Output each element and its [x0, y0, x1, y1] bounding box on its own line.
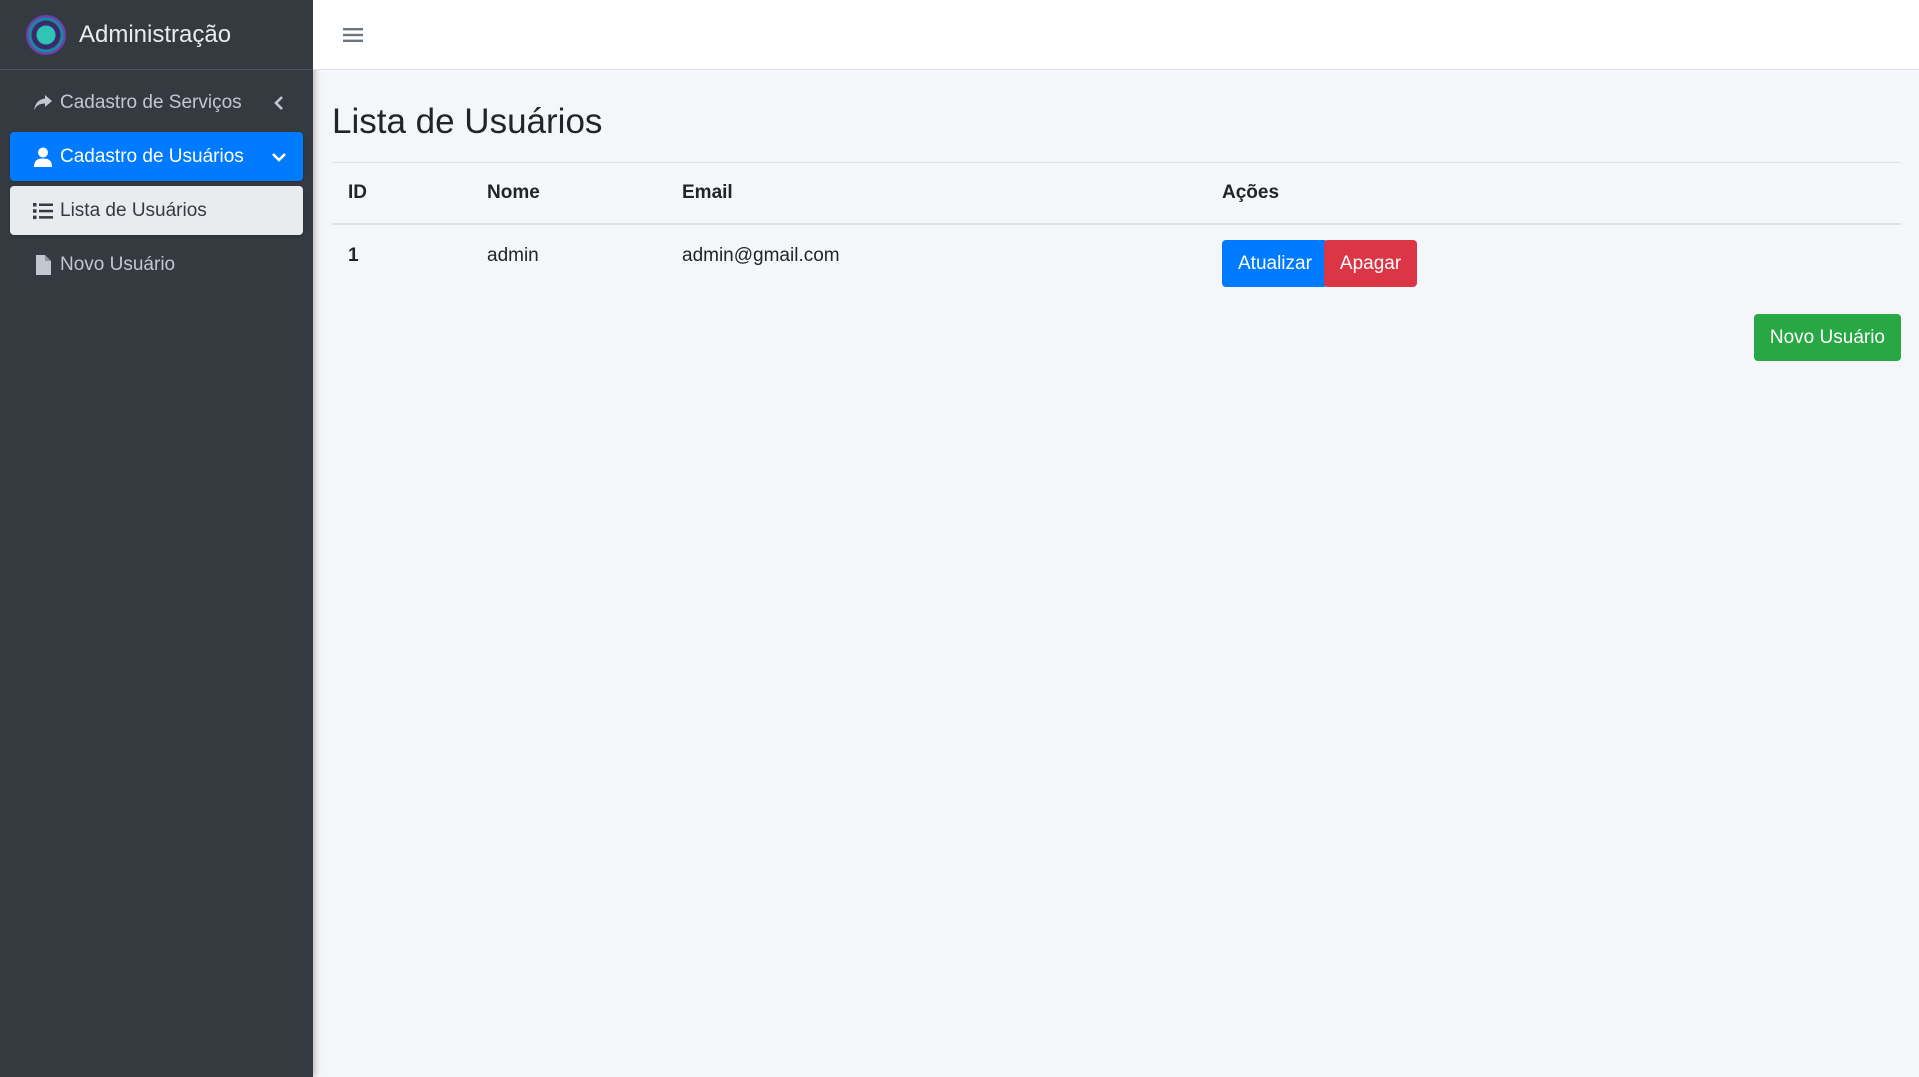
- sidebar-item-label: Cadastro de Serviços: [60, 91, 242, 113]
- new-user-row: Novo Usuário: [332, 314, 1901, 361]
- table-header-row: ID Nome Email Ações: [332, 163, 1901, 225]
- users-table: ID Nome Email Ações 1 admin admin@gmail.…: [332, 163, 1901, 287]
- sidebar-item-lista-usuarios[interactable]: Lista de Usuários: [10, 186, 303, 235]
- cell-acoes: Atualizar Apagar: [1206, 224, 1901, 287]
- update-button[interactable]: Atualizar: [1222, 240, 1328, 287]
- column-header-acoes: Ações: [1206, 163, 1901, 225]
- column-header-nome: Nome: [471, 163, 666, 225]
- page-title: Lista de Usuários: [332, 102, 603, 141]
- cell-nome: admin: [487, 245, 539, 266]
- cell-id: 1: [348, 245, 359, 266]
- sidebar-item-novo-usuario[interactable]: Novo Usuário: [10, 240, 303, 289]
- sidebar-nav: Cadastro de Serviços Cadastro de Usuário…: [0, 70, 313, 302]
- chevron-down-icon: [269, 147, 289, 167]
- brand-link[interactable]: Administração: [0, 0, 313, 70]
- table-row: 1 admin admin@gmail.com Atualizar Apagar: [332, 224, 1901, 287]
- share-icon: [32, 92, 54, 114]
- column-header-id: ID: [332, 163, 471, 225]
- main-content: Lista de Usuários ID Nome Email Ações 1 …: [332, 70, 1901, 361]
- sidebar: Administração Cadastro de Serviços Cadas…: [0, 0, 313, 1077]
- sidebar-item-cadastro-servicos[interactable]: Cadastro de Serviços: [10, 78, 303, 127]
- sidebar-item-label: Lista de Usuários: [60, 199, 207, 221]
- column-header-email: Email: [666, 163, 1206, 225]
- app-logo-icon: [26, 14, 66, 55]
- topbar: [313, 0, 1919, 70]
- chevron-left-icon: [269, 93, 289, 113]
- new-user-button[interactable]: Novo Usuário: [1753, 314, 1901, 361]
- hamburger-icon[interactable]: [341, 23, 365, 47]
- sidebar-item-cadastro-usuarios[interactable]: Cadastro de Usuários: [10, 132, 303, 181]
- user-icon: [32, 146, 54, 168]
- sidebar-item-label: Novo Usuário: [60, 253, 176, 275]
- list-icon: [32, 200, 54, 222]
- sidebar-item-label: Cadastro de Usuários: [60, 145, 244, 167]
- brand-title: Administração: [79, 20, 232, 48]
- cell-email: admin@gmail.com: [682, 245, 840, 266]
- file-icon: [32, 254, 54, 276]
- delete-button[interactable]: Apagar: [1323, 240, 1418, 287]
